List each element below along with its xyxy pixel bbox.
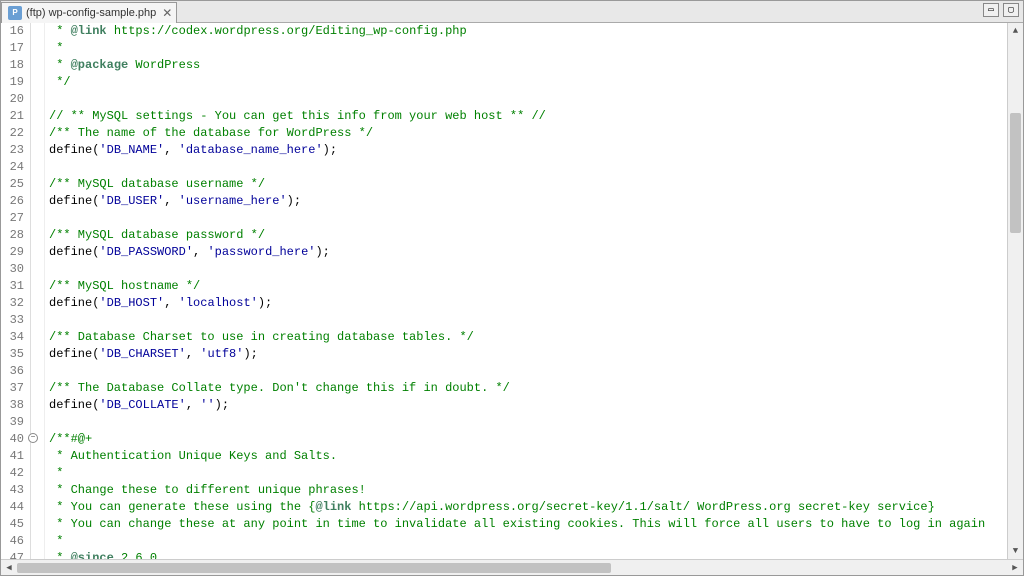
- code-line: [49, 312, 1007, 329]
- line-number: 42: [5, 465, 24, 482]
- line-number: 41: [5, 448, 24, 465]
- hscroll-track[interactable]: [17, 562, 1007, 574]
- line-number: 47: [5, 550, 24, 559]
- maximize-button[interactable]: ▢: [1003, 3, 1019, 17]
- vertical-scrollbar[interactable]: ▲ ▼: [1007, 23, 1023, 559]
- scroll-up-arrow-icon[interactable]: ▲: [1008, 23, 1023, 39]
- line-number: 17: [5, 40, 24, 57]
- line-number: 16: [5, 23, 24, 40]
- scroll-right-arrow-icon[interactable]: ▶: [1007, 560, 1023, 576]
- code-line: [49, 91, 1007, 108]
- line-number: 24: [5, 159, 24, 176]
- line-number: 23: [5, 142, 24, 159]
- line-number: 38: [5, 397, 24, 414]
- code-line: define('DB_PASSWORD', 'password_here');: [49, 244, 1007, 261]
- code-line: define('DB_COLLATE', '');: [49, 397, 1007, 414]
- code-line: [49, 261, 1007, 278]
- code-line: *: [49, 40, 1007, 57]
- line-number: 19: [5, 74, 24, 91]
- line-number: 21: [5, 108, 24, 125]
- code-line: [49, 414, 1007, 431]
- line-number: 37: [5, 380, 24, 397]
- line-number: 43: [5, 482, 24, 499]
- line-number: 31: [5, 278, 24, 295]
- code-line: *: [49, 533, 1007, 550]
- code-line: [49, 210, 1007, 227]
- minimize-button[interactable]: ▭: [983, 3, 999, 17]
- code-line: * You can change these at any point in t…: [49, 516, 1007, 533]
- line-number: 26: [5, 193, 24, 210]
- editor-container: 1617181920212223242526272829303132333435…: [1, 23, 1023, 559]
- line-number: 39: [5, 414, 24, 431]
- code-line: /** The Database Collate type. Don't cha…: [49, 380, 1007, 397]
- fold-toggle-icon[interactable]: −: [28, 433, 38, 443]
- line-number-gutter: 1617181920212223242526272829303132333435…: [1, 23, 31, 559]
- tab-title: (ftp) wp-config-sample.php: [26, 7, 156, 19]
- code-line: * Authentication Unique Keys and Salts.: [49, 448, 1007, 465]
- code-line: [49, 159, 1007, 176]
- fold-column: [31, 23, 45, 559]
- line-number: 29: [5, 244, 24, 261]
- code-line: /** MySQL hostname */: [49, 278, 1007, 295]
- code-line: /** MySQL database password */: [49, 227, 1007, 244]
- hscroll-thumb[interactable]: [17, 563, 611, 573]
- tab-bar: P (ftp) wp-config-sample.php ✕ ▭ ▢: [1, 1, 1023, 23]
- line-number: 35: [5, 346, 24, 363]
- line-number: 20: [5, 91, 24, 108]
- code-line: * You can generate these using the {@lin…: [49, 499, 1007, 516]
- code-line: /** The name of the database for WordPre…: [49, 125, 1007, 142]
- code-line: /** Database Charset to use in creating …: [49, 329, 1007, 346]
- line-number: 34: [5, 329, 24, 346]
- scroll-down-arrow-icon[interactable]: ▼: [1008, 543, 1023, 559]
- line-number: 45: [5, 516, 24, 533]
- code-area[interactable]: * @link https://codex.wordpress.org/Edit…: [45, 23, 1007, 559]
- scroll-thumb[interactable]: [1010, 113, 1021, 233]
- code-line: * @since 2.6.0: [49, 550, 1007, 559]
- line-number: 36: [5, 363, 24, 380]
- horizontal-scrollbar[interactable]: ◀ ▶: [1, 559, 1023, 575]
- line-number: 40−: [5, 431, 24, 448]
- code-line: [49, 363, 1007, 380]
- php-file-icon: P: [8, 6, 22, 20]
- code-line: * @package WordPress: [49, 57, 1007, 74]
- code-line: */: [49, 74, 1007, 91]
- code-line: // ** MySQL settings - You can get this …: [49, 108, 1007, 125]
- line-number: 32: [5, 295, 24, 312]
- code-line: define('DB_NAME', 'database_name_here');: [49, 142, 1007, 159]
- line-number: 44: [5, 499, 24, 516]
- line-number: 33: [5, 312, 24, 329]
- line-number: 22: [5, 125, 24, 142]
- line-number: 18: [5, 57, 24, 74]
- line-number: 28: [5, 227, 24, 244]
- code-line: define('DB_HOST', 'localhost');: [49, 295, 1007, 312]
- code-line: * Change these to different unique phras…: [49, 482, 1007, 499]
- code-line: /** MySQL database username */: [49, 176, 1007, 193]
- code-line: /**#@+: [49, 431, 1007, 448]
- scroll-left-arrow-icon[interactable]: ◀: [1, 560, 17, 576]
- line-number: 30: [5, 261, 24, 278]
- code-line: * @link https://codex.wordpress.org/Edit…: [49, 23, 1007, 40]
- code-line: define('DB_CHARSET', 'utf8');: [49, 346, 1007, 363]
- window-controls: ▭ ▢: [983, 3, 1019, 17]
- code-line: *: [49, 465, 1007, 482]
- close-icon[interactable]: ✕: [162, 6, 172, 20]
- line-number: 27: [5, 210, 24, 227]
- line-number: 46: [5, 533, 24, 550]
- code-line: define('DB_USER', 'username_here');: [49, 193, 1007, 210]
- editor-tab[interactable]: P (ftp) wp-config-sample.php ✕: [1, 2, 177, 23]
- line-number: 25: [5, 176, 24, 193]
